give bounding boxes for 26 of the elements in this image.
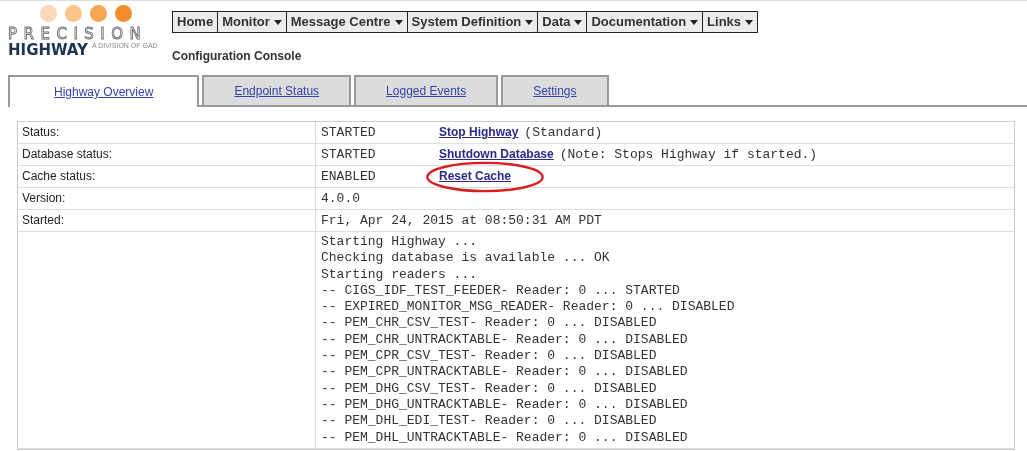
row-label: Database status: bbox=[18, 144, 316, 165]
tab[interactable]: Settings bbox=[501, 75, 609, 105]
row-value: Fri, Apr 24, 2015 at 08:50:31 AM PDT bbox=[321, 212, 602, 229]
tab[interactable]: Logged Events bbox=[354, 75, 499, 105]
console-title: Configuration Console bbox=[172, 48, 302, 65]
logo-wordmark: PRECISION bbox=[8, 26, 148, 42]
startup-log: Starting Highway ... Checking database is available ... OK Starting readers ... -- CIGS_IDF_TEST_FEEDER- Reader: 0 ... STARTED -- EXPIRED_MONITOR_MSG_READER- Reader: 0 ... DISABLED -- PEM_CHR_CSV_TEST- Reader: 0 ... DISABLED -- PEM_CHR_UNTRACKTABLE- Reader: 0 ... DISABLED -- PEM_CPR_CSV_TEST- Reader: 0 ... DISABLED -- PEM_CPR_UNTRACKTABLE- Reader: 0 ... DISABLED -- PEM_DHG_CSV_TEST- Reader: 0 ... DISABLED -- PEM_DHG_UNTRACKTABLE- Reader: 0 ... DISABLED -- PEM_DHL_EDI_TEST- Reader: 0 ... DISABLED -- PEM_DHL_UNTRACKTABLE- Reader: 0 ... DISABLED bbox=[321, 234, 735, 446]
row-note: (Note: Stops Highway if started.) bbox=[559, 146, 818, 163]
logo-dot-icon bbox=[90, 5, 107, 22]
row-value: ENABLED bbox=[321, 168, 377, 185]
row-value: 4.0.0 bbox=[321, 190, 360, 207]
logo-dot-icon bbox=[65, 5, 82, 22]
tab[interactable]: Endpoint Status bbox=[202, 75, 352, 105]
tab[interactable]: Highway Overview bbox=[8, 75, 200, 107]
row-note: (Standard) bbox=[524, 124, 603, 141]
logo-product-name: HIGHWAY bbox=[8, 42, 88, 58]
action-link[interactable]: Shutdown Database bbox=[439, 147, 554, 161]
row-value: STARTED bbox=[321, 146, 377, 163]
row-label: Status: bbox=[18, 122, 316, 143]
logo-dot-icon bbox=[115, 5, 132, 22]
action-link[interactable]: Stop Highway bbox=[439, 125, 519, 139]
logo-dot-icon bbox=[40, 5, 57, 22]
row-label: Version: bbox=[18, 188, 316, 209]
row-label: Cache status: bbox=[18, 166, 316, 187]
row-value: STARTED bbox=[321, 124, 377, 141]
row-label: Started: bbox=[18, 210, 316, 231]
